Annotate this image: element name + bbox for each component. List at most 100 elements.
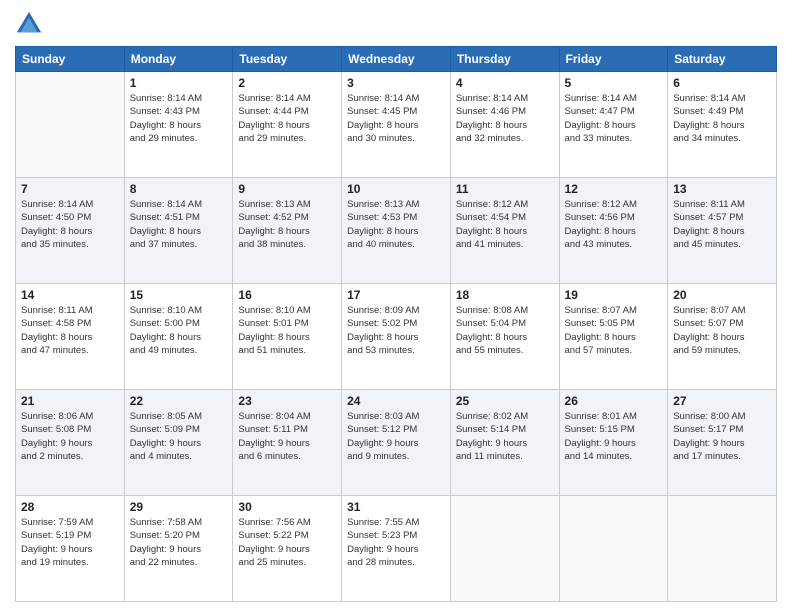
day-info: Sunrise: 8:14 AM Sunset: 4:50 PM Dayligh…: [21, 198, 119, 251]
day-number: 29: [130, 500, 228, 514]
day-info: Sunrise: 8:14 AM Sunset: 4:43 PM Dayligh…: [130, 92, 228, 145]
day-cell: 12 Sunrise: 8:12 AM Sunset: 4:56 PM Dayli…: [559, 178, 668, 284]
day-number: 9: [238, 182, 336, 196]
day-number: 10: [347, 182, 445, 196]
day-number: 3: [347, 76, 445, 90]
day-info: Sunrise: 8:14 AM Sunset: 4:51 PM Dayligh…: [130, 198, 228, 251]
day-cell: 8 Sunrise: 8:14 AM Sunset: 4:51 PM Daylig…: [124, 178, 233, 284]
day-info: Sunrise: 8:14 AM Sunset: 4:47 PM Dayligh…: [565, 92, 663, 145]
day-cell: 2Sunrise: 8:14 AM Sunset: 4:44 PM Daylig…: [233, 72, 342, 178]
day-cell: 3 Sunrise: 8:14 AM Sunset: 4:45 PM Daylig…: [342, 72, 451, 178]
day-number: 1: [130, 76, 228, 90]
day-cell: 25 Sunrise: 8:02 AM Sunset: 5:14 PM Dayli…: [450, 390, 559, 496]
day-info: Sunrise: 7:59 AM Sunset: 5:19 PM Dayligh…: [21, 516, 119, 569]
day-number: 23: [238, 394, 336, 408]
day-info: Sunrise: 8:14 AM Sunset: 4:45 PM Dayligh…: [347, 92, 445, 145]
week-row-3: 14 Sunrise: 8:11 AM Sunset: 4:58 PM Dayli…: [16, 284, 777, 390]
day-info: Sunrise: 7:58 AM Sunset: 5:20 PM Dayligh…: [130, 516, 228, 569]
day-info: Sunrise: 8:01 AM Sunset: 5:15 PM Dayligh…: [565, 410, 663, 463]
day-cell: 19 Sunrise: 8:07 AM Sunset: 5:05 PM Dayli…: [559, 284, 668, 390]
calendar-table: SundayMondayTuesdayWednesdayThursdayFrid…: [15, 46, 777, 602]
day-info: Sunrise: 8:02 AM Sunset: 5:14 PM Dayligh…: [456, 410, 554, 463]
week-row-1: 1 Sunrise: 8:14 AM Sunset: 4:43 PM Daylig…: [16, 72, 777, 178]
day-info: Sunrise: 7:55 AM Sunset: 5:23 PM Dayligh…: [347, 516, 445, 569]
day-number: 16: [238, 288, 336, 302]
day-number: 22: [130, 394, 228, 408]
weekday-monday: Monday: [124, 47, 233, 72]
day-number: 7: [21, 182, 119, 196]
day-number: 12: [565, 182, 663, 196]
day-number: 15: [130, 288, 228, 302]
day-cell: 20Sunrise: 8:07 AM Sunset: 5:07 PM Dayli…: [668, 284, 777, 390]
day-info: Sunrise: 8:06 AM Sunset: 5:08 PM Dayligh…: [21, 410, 119, 463]
day-cell: 13Sunrise: 8:11 AM Sunset: 4:57 PM Dayli…: [668, 178, 777, 284]
day-number: 14: [21, 288, 119, 302]
day-info: Sunrise: 7:56 AM Sunset: 5:22 PM Dayligh…: [238, 516, 336, 569]
day-cell: 6 Sunrise: 8:14 AM Sunset: 4:49 PM Daylig…: [668, 72, 777, 178]
day-info: Sunrise: 8:07 AM Sunset: 5:05 PM Dayligh…: [565, 304, 663, 357]
day-cell: 22 Sunrise: 8:05 AM Sunset: 5:09 PM Dayli…: [124, 390, 233, 496]
day-cell: 5 Sunrise: 8:14 AM Sunset: 4:47 PM Daylig…: [559, 72, 668, 178]
day-number: 8: [130, 182, 228, 196]
day-cell: 15 Sunrise: 8:10 AM Sunset: 5:00 PM Dayli…: [124, 284, 233, 390]
day-cell: 10Sunrise: 8:13 AM Sunset: 4:53 PM Dayli…: [342, 178, 451, 284]
weekday-wednesday: Wednesday: [342, 47, 451, 72]
day-cell: 31 Sunrise: 7:55 AM Sunset: 5:23 PM Dayli…: [342, 496, 451, 602]
day-info: Sunrise: 8:13 AM Sunset: 4:52 PM Dayligh…: [238, 198, 336, 251]
day-cell: [450, 496, 559, 602]
day-number: 30: [238, 500, 336, 514]
week-row-5: 28 Sunrise: 7:59 AM Sunset: 5:19 PM Dayli…: [16, 496, 777, 602]
day-info: Sunrise: 8:12 AM Sunset: 4:56 PM Dayligh…: [565, 198, 663, 251]
weekday-friday: Friday: [559, 47, 668, 72]
day-cell: 27 Sunrise: 8:00 AM Sunset: 5:17 PM Dayli…: [668, 390, 777, 496]
page: SundayMondayTuesdayWednesdayThursdayFrid…: [0, 0, 792, 612]
day-info: Sunrise: 8:11 AM Sunset: 4:58 PM Dayligh…: [21, 304, 119, 357]
day-number: 19: [565, 288, 663, 302]
week-row-2: 7 Sunrise: 8:14 AM Sunset: 4:50 PM Daylig…: [16, 178, 777, 284]
weekday-thursday: Thursday: [450, 47, 559, 72]
day-number: 31: [347, 500, 445, 514]
day-number: 18: [456, 288, 554, 302]
day-info: Sunrise: 8:00 AM Sunset: 5:17 PM Dayligh…: [673, 410, 771, 463]
day-cell: 4 Sunrise: 8:14 AM Sunset: 4:46 PM Daylig…: [450, 72, 559, 178]
day-cell: 24 Sunrise: 8:03 AM Sunset: 5:12 PM Dayli…: [342, 390, 451, 496]
day-number: 28: [21, 500, 119, 514]
weekday-sunday: Sunday: [16, 47, 125, 72]
day-cell: 17 Sunrise: 8:09 AM Sunset: 5:02 PM Dayli…: [342, 284, 451, 390]
day-cell: 26Sunrise: 8:01 AM Sunset: 5:15 PM Dayli…: [559, 390, 668, 496]
logo-icon: [15, 10, 43, 38]
day-number: 17: [347, 288, 445, 302]
weekday-tuesday: Tuesday: [233, 47, 342, 72]
day-number: 20: [673, 288, 771, 302]
day-info: Sunrise: 8:12 AM Sunset: 4:54 PM Dayligh…: [456, 198, 554, 251]
day-info: Sunrise: 8:14 AM Sunset: 4:46 PM Dayligh…: [456, 92, 554, 145]
week-row-4: 21 Sunrise: 8:06 AM Sunset: 5:08 PM Dayli…: [16, 390, 777, 496]
day-cell: 16 Sunrise: 8:10 AM Sunset: 5:01 PM Dayli…: [233, 284, 342, 390]
day-cell: 9 Sunrise: 8:13 AM Sunset: 4:52 PM Daylig…: [233, 178, 342, 284]
weekday-saturday: Saturday: [668, 47, 777, 72]
day-info: Sunrise: 8:10 AM Sunset: 5:01 PM Dayligh…: [238, 304, 336, 357]
weekday-header-row: SundayMondayTuesdayWednesdayThursdayFrid…: [16, 47, 777, 72]
day-cell: 23Sunrise: 8:04 AM Sunset: 5:11 PM Dayli…: [233, 390, 342, 496]
day-number: 25: [456, 394, 554, 408]
day-info: Sunrise: 8:10 AM Sunset: 5:00 PM Dayligh…: [130, 304, 228, 357]
day-number: 21: [21, 394, 119, 408]
day-number: 4: [456, 76, 554, 90]
day-cell: 18Sunrise: 8:08 AM Sunset: 5:04 PM Dayli…: [450, 284, 559, 390]
day-info: Sunrise: 8:09 AM Sunset: 5:02 PM Dayligh…: [347, 304, 445, 357]
day-info: Sunrise: 8:14 AM Sunset: 4:44 PM Dayligh…: [238, 92, 336, 145]
day-cell: 28 Sunrise: 7:59 AM Sunset: 5:19 PM Dayli…: [16, 496, 125, 602]
day-number: 11: [456, 182, 554, 196]
day-cell: [668, 496, 777, 602]
day-info: Sunrise: 8:11 AM Sunset: 4:57 PM Dayligh…: [673, 198, 771, 251]
day-number: 27: [673, 394, 771, 408]
day-cell: 11 Sunrise: 8:12 AM Sunset: 4:54 PM Dayli…: [450, 178, 559, 284]
day-number: 24: [347, 394, 445, 408]
day-cell: 30 Sunrise: 7:56 AM Sunset: 5:22 PM Dayli…: [233, 496, 342, 602]
day-info: Sunrise: 8:03 AM Sunset: 5:12 PM Dayligh…: [347, 410, 445, 463]
day-info: Sunrise: 8:05 AM Sunset: 5:09 PM Dayligh…: [130, 410, 228, 463]
day-number: 5: [565, 76, 663, 90]
day-info: Sunrise: 8:14 AM Sunset: 4:49 PM Dayligh…: [673, 92, 771, 145]
logo: [15, 10, 45, 38]
day-number: 6: [673, 76, 771, 90]
